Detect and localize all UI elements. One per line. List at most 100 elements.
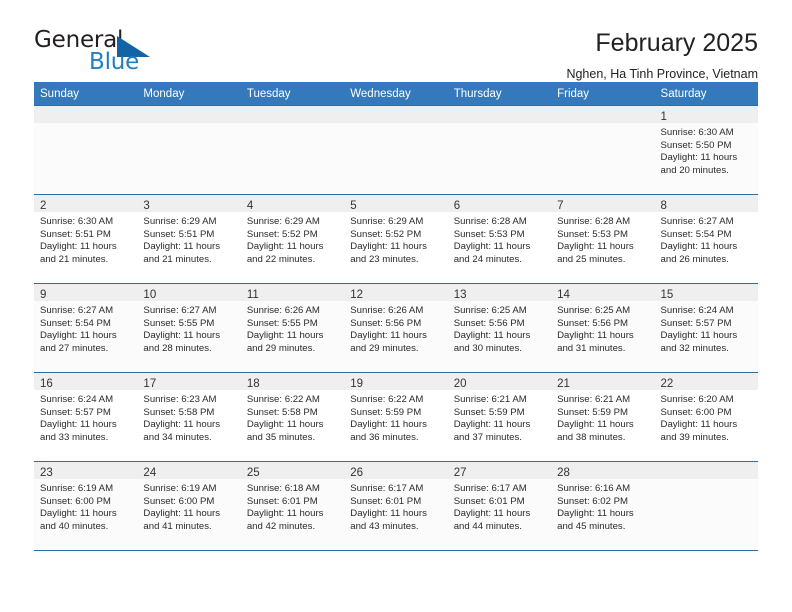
day-details: Sunrise: 6:22 AM Sunset: 5:59 PM Daylight:… <box>344 390 447 444</box>
daylight-text: and 36 minutes. <box>350 431 419 443</box>
calendar-page: General Blue February 2025 Nghen, Ha Tin… <box>0 0 792 612</box>
calendar-day-cell[interactable]: 1 Sunrise: 6:30 AM Sunset: 5:50 PM Daylight… <box>654 105 758 195</box>
day-number-band: 8 <box>654 195 758 212</box>
sunset-text: Sunset: 6:00 PM <box>660 406 732 418</box>
calendar-day-cell[interactable]: 23 Sunrise: 6:19 AM Sunset: 6:00 PM Dayligh… <box>34 461 138 550</box>
calendar-day-cell[interactable]: 11 Sunrise: 6:26 AM Sunset: 5:55 PM Dayligh… <box>240 283 345 373</box>
day-number: 24 <box>143 467 157 479</box>
calendar-day-cell[interactable]: 22 Sunrise: 6:20 AM Sunset: 6:00 PM Dayligh… <box>654 372 758 462</box>
calendar-day-cell[interactable]: 10 Sunrise: 6:27 AM Sunset: 5:55 PM Dayligh… <box>137 283 241 373</box>
daylight-text: Daylight: 11 hours <box>143 419 221 431</box>
general-blue-logo[interactable]: General Blue <box>34 26 164 78</box>
day-number-band: 15 <box>654 284 758 301</box>
sunset-text: Sunset: 5:59 PM <box>557 406 629 418</box>
calendar-day-cell[interactable]: 3 Sunrise: 6:29 AM Sunset: 5:51 PM Daylight… <box>137 194 241 284</box>
daylight-text: and 26 minutes. <box>660 253 729 265</box>
calendar-week-row: 2 Sunrise: 6:30 AM Sunset: 5:51 PM Daylight… <box>34 194 758 284</box>
daylight-text: Daylight: 11 hours <box>350 508 427 520</box>
day-number: 25 <box>246 467 260 479</box>
daylight-text: and 32 minutes. <box>660 342 729 354</box>
day-number-band <box>137 106 241 123</box>
weekday-header-monday: Monday <box>137 82 241 106</box>
day-cell-content: 15 Sunrise: 6:24 AM Sunset: 5:57 PM Dayligh… <box>654 284 758 372</box>
day-number-band: 27 <box>447 462 552 479</box>
calendar-day-cell[interactable]: 17 Sunrise: 6:23 AM Sunset: 5:58 PM Dayligh… <box>137 372 241 462</box>
day-number-band: 4 <box>240 195 345 212</box>
day-cell-content: 13 Sunrise: 6:25 AM Sunset: 5:56 PM Dayligh… <box>447 284 552 372</box>
daylight-text: Daylight: 11 hours <box>40 419 117 431</box>
calendar-day-cell[interactable]: 4 Sunrise: 6:29 AM Sunset: 5:52 PM Daylight… <box>240 194 345 284</box>
calendar-day-cell[interactable]: 28 Sunrise: 6:16 AM Sunset: 6:02 PM Dayligh… <box>551 461 655 550</box>
daylight-text: Daylight: 11 hours <box>246 419 324 431</box>
calendar-day-cell[interactable]: 13 Sunrise: 6:25 AM Sunset: 5:56 PM Dayligh… <box>447 283 552 373</box>
calendar-day-cell[interactable]: 14 Sunrise: 6:25 AM Sunset: 5:56 PM Dayligh… <box>551 283 655 373</box>
day-details: Sunrise: 6:24 AM Sunset: 5:57 PM Daylight:… <box>655 301 758 355</box>
day-number: 17 <box>143 378 157 390</box>
calendar-day-cell[interactable]: 12 Sunrise: 6:26 AM Sunset: 5:56 PM Dayligh… <box>344 283 448 373</box>
sunrise-text: Sunrise: 6:23 AM <box>143 394 217 405</box>
day-details <box>655 479 758 483</box>
sunrise-text: Sunrise: 6:19 AM <box>40 483 114 494</box>
day-number-band: 9 <box>34 284 138 301</box>
calendar-day-cell[interactable]: 27 Sunrise: 6:17 AM Sunset: 6:01 PM Dayligh… <box>447 461 552 550</box>
calendar-day-cell[interactable]: 8 Sunrise: 6:27 AM Sunset: 5:54 PM Daylight… <box>654 194 758 284</box>
day-number: 21 <box>557 378 570 390</box>
calendar-day-cell[interactable]: 6 Sunrise: 6:28 AM Sunset: 5:53 PM Daylight… <box>447 194 552 284</box>
day-number: 11 <box>246 289 259 301</box>
calendar-day-cell[interactable]: 18 Sunrise: 6:22 AM Sunset: 5:58 PM Dayligh… <box>240 372 345 462</box>
day-details: Sunrise: 6:25 AM Sunset: 5:56 PM Daylight:… <box>551 301 654 355</box>
day-number-band: 2 <box>34 195 138 212</box>
sunrise-text: Sunrise: 6:20 AM <box>660 394 734 405</box>
day-number: 15 <box>660 289 674 301</box>
day-details: Sunrise: 6:24 AM Sunset: 5:57 PM Daylight:… <box>34 390 137 444</box>
day-cell-content: 3 Sunrise: 6:29 AM Sunset: 5:51 PM Daylight… <box>137 195 241 283</box>
calendar-week-row: 9 Sunrise: 6:27 AM Sunset: 5:54 PM Daylight… <box>34 283 758 373</box>
day-details: Sunrise: 6:27 AM Sunset: 5:54 PM Daylight:… <box>655 212 758 266</box>
sunrise-text: Sunrise: 6:30 AM <box>40 216 114 227</box>
day-cell-content: 1 Sunrise: 6:30 AM Sunset: 5:50 PM Daylight… <box>654 106 758 194</box>
title-block: February 2025 Nghen, Ha Tinh Province, V… <box>566 26 758 81</box>
day-number: 22 <box>660 378 674 390</box>
calendar-day-cell[interactable]: 19 Sunrise: 6:22 AM Sunset: 5:59 PM Dayligh… <box>344 372 448 462</box>
calendar-day-cell[interactable]: 24 Sunrise: 6:19 AM Sunset: 6:00 PM Dayligh… <box>137 461 241 550</box>
daylight-text: Daylight: 11 hours <box>143 508 221 520</box>
day-details: Sunrise: 6:18 AM Sunset: 6:01 PM Daylight:… <box>241 479 344 533</box>
calendar-day-cell[interactable]: 15 Sunrise: 6:24 AM Sunset: 5:57 PM Dayligh… <box>654 283 758 373</box>
sunrise-text: Sunrise: 6:22 AM <box>246 394 320 405</box>
calendar-table: Sunday Monday Tuesday Wednesday Thursday… <box>34 82 758 550</box>
sunset-text: Sunset: 5:59 PM <box>350 406 422 418</box>
day-cell-content: 23 Sunrise: 6:19 AM Sunset: 6:00 PM Dayligh… <box>34 462 138 550</box>
day-cell-content: 10 Sunrise: 6:27 AM Sunset: 5:55 PM Dayligh… <box>137 284 241 372</box>
calendar-empty-cell <box>240 105 345 195</box>
weekday-header-thursday: Thursday <box>447 82 552 106</box>
day-number: 19 <box>350 378 364 390</box>
sunrise-text: Sunrise: 6:27 AM <box>143 305 217 316</box>
day-cell-content: 25 Sunrise: 6:18 AM Sunset: 6:01 PM Dayligh… <box>240 462 345 550</box>
sunset-text: Sunset: 5:54 PM <box>40 317 111 329</box>
daylight-text: and 31 minutes. <box>557 342 626 354</box>
day-cell-content <box>240 106 345 194</box>
calendar-day-cell[interactable]: 5 Sunrise: 6:29 AM Sunset: 5:52 PM Daylight… <box>344 194 448 284</box>
day-details: Sunrise: 6:28 AM Sunset: 5:53 PM Daylight:… <box>448 212 551 266</box>
day-number-band: 20 <box>447 373 552 390</box>
calendar-day-cell[interactable]: 21 Sunrise: 6:21 AM Sunset: 5:59 PM Dayligh… <box>551 372 655 462</box>
day-number-band: 3 <box>137 195 241 212</box>
day-number-band <box>551 106 655 123</box>
sunset-text: Sunset: 5:52 PM <box>350 228 422 240</box>
daylight-text: Daylight: 11 hours <box>246 241 324 253</box>
calendar-day-cell[interactable]: 26 Sunrise: 6:17 AM Sunset: 6:01 PM Dayligh… <box>344 461 448 550</box>
weekday-header-friday: Friday <box>551 82 655 106</box>
calendar-day-cell[interactable]: 20 Sunrise: 6:21 AM Sunset: 5:59 PM Dayligh… <box>447 372 552 462</box>
calendar-day-cell[interactable]: 25 Sunrise: 6:18 AM Sunset: 6:01 PM Dayligh… <box>240 461 345 550</box>
sunset-text: Sunset: 5:51 PM <box>143 228 215 240</box>
daylight-text: Daylight: 11 hours <box>660 241 738 253</box>
day-number-band: 7 <box>551 195 655 212</box>
calendar-day-cell[interactable]: 7 Sunrise: 6:28 AM Sunset: 5:53 PM Daylight… <box>551 194 655 284</box>
calendar-day-cell[interactable]: 16 Sunrise: 6:24 AM Sunset: 5:57 PM Dayligh… <box>34 372 138 462</box>
calendar-day-cell[interactable]: 2 Sunrise: 6:30 AM Sunset: 5:51 PM Daylight… <box>34 194 138 284</box>
sunset-text: Sunset: 5:57 PM <box>660 317 732 329</box>
daylight-text: and 25 minutes. <box>557 253 626 265</box>
daylight-text: Daylight: 11 hours <box>350 241 427 253</box>
calendar-day-cell[interactable]: 9 Sunrise: 6:27 AM Sunset: 5:54 PM Daylight… <box>34 283 138 373</box>
day-number-band: 10 <box>137 284 241 301</box>
